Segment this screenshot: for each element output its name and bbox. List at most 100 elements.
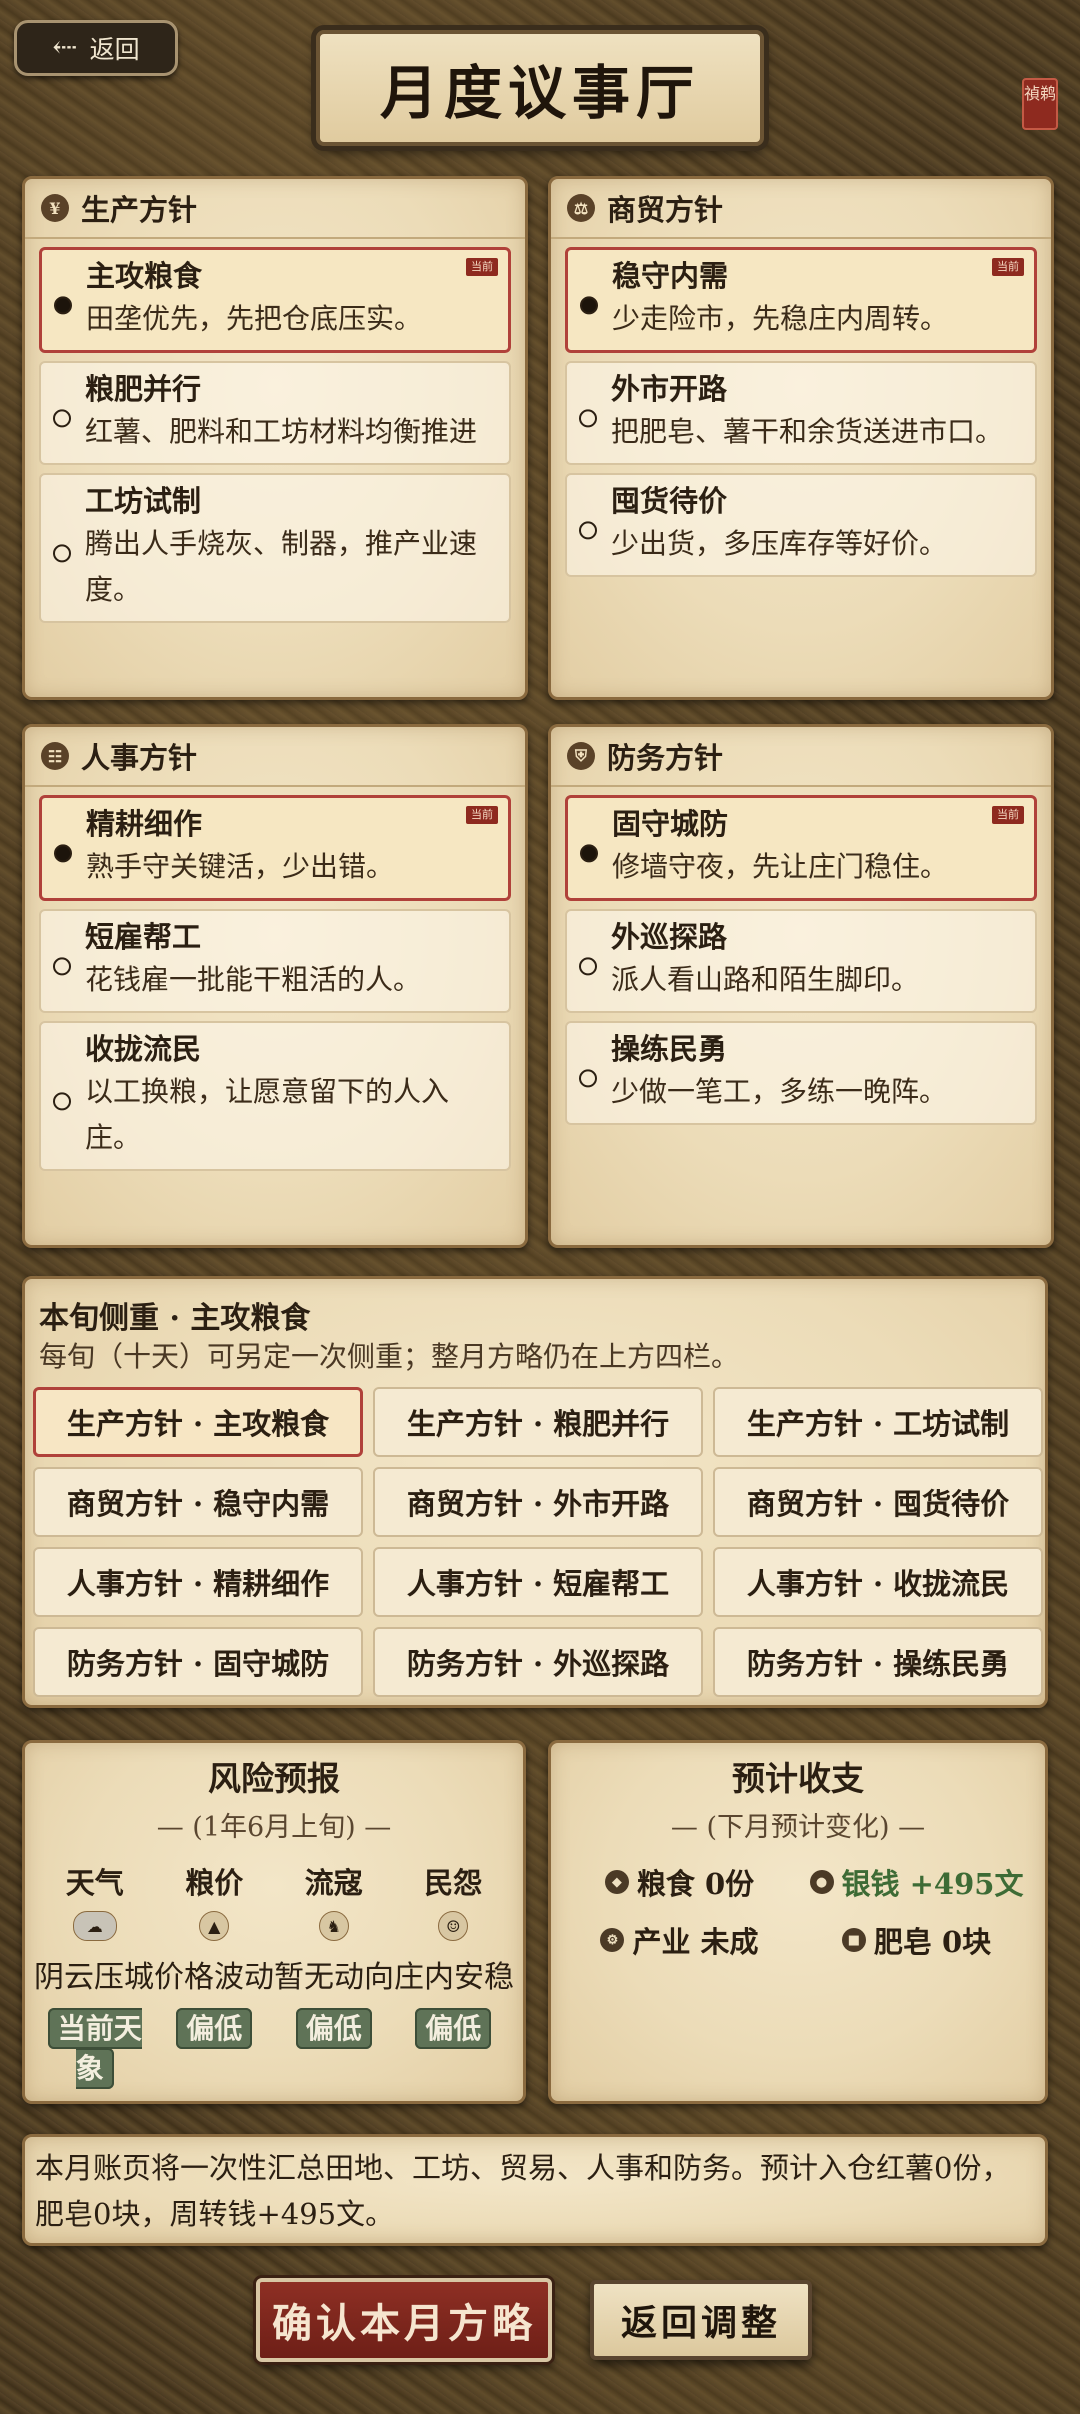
budget-forecast-panel: 预计收支 — (下月预计变化) — ◆ 粮食 0份 ● 银钱 +495文 ⚙ 产业 未成 ■… <box>548 1740 1048 2104</box>
policy-option[interactable]: 外市开路 把肥皂、薯干和余货送进市口。 <box>565 361 1037 465</box>
risk-label: 粮价 <box>185 1866 244 1900</box>
radio-empty-icon <box>579 957 597 976</box>
radio-empty-icon <box>53 544 71 563</box>
budget-item: ◆ 粮食 0份 <box>561 1857 798 1907</box>
back-button[interactable]: ⇠ 返回 <box>14 20 178 76</box>
focus-option-button[interactable]: 商贸方针 · 稳守内需 <box>33 1467 363 1537</box>
back-label: 返回 <box>89 35 140 64</box>
option-desc: 花钱雇一批能干粗活的人。 <box>85 963 422 996</box>
policy-option[interactable]: 当前 稳守内需少走险市，先稳庄内周转。 <box>565 247 1037 353</box>
policy-option[interactable]: 收拢流民以工换粮，让愿意留下的人入庄。 <box>39 1021 511 1171</box>
option-desc: 少做一笔工，多练一晚阵。 <box>611 1075 948 1108</box>
risk-categories: 天气 ☁ 粮价 ▲ 流寇 ♞ 民怨 ☺ <box>35 1861 513 1953</box>
policy-option[interactable]: 短雇帮工花钱雇一批能干粗活的人。 <box>39 909 511 1013</box>
bandit-icon: ♞ <box>318 1911 349 1941</box>
focus-section: 本旬侧重 · 主攻粮食 每旬（十天）可另定一次侧重；整月方略仍在上方四栏。 生产… <box>22 1276 1048 1708</box>
panel-title: 防务方针 <box>607 741 724 775</box>
option-name: 囤货待价 <box>611 484 728 518</box>
policy-option[interactable]: 当前 主攻粮食 田垄优先，先把仓底压实。 <box>39 247 511 353</box>
option-name: 外市开路 <box>611 372 728 406</box>
panel-header: ¥ 生产方针 <box>25 179 525 239</box>
budget-text: 产业 未成 <box>632 1925 759 1959</box>
coin-icon: ● <box>809 1870 834 1894</box>
policy-option[interactable]: 外巡探路派人看山路和陌生脚印。 <box>565 909 1037 1013</box>
option-desc: 少走险市，先稳庄内周转。 <box>612 302 949 335</box>
focus-subtitle: 每旬（十天）可另定一次侧重；整月方略仍在上方四栏。 <box>39 1340 740 1373</box>
risk-level-badge: 偏低 <box>295 2008 372 2049</box>
panel-title: 人事方针 <box>81 741 198 775</box>
policy-option[interactable]: 囤货待价少出货，多压库存等好价。 <box>565 473 1037 577</box>
risk-category: 流寇 ♞ <box>274 1861 394 1953</box>
budget-title: 预计收支 <box>732 1759 864 1798</box>
confirm-plan-button[interactable]: 确认本月方略 <box>256 2278 552 2362</box>
focus-option-button[interactable]: 商贸方针 · 囤货待价 <box>713 1467 1043 1537</box>
panel-header: ⚖ 商贸方针 <box>551 179 1051 239</box>
option-desc: 修墙守夜，先让庄门稳住。 <box>612 850 949 883</box>
page-title: 月度议事厅 <box>316 30 764 146</box>
option-desc: 少出货，多压库存等好价。 <box>611 527 948 560</box>
focus-title: 本旬侧重 · 主攻粮食 <box>39 1301 311 1336</box>
risk-forecast-panel: 风险预报 — (1年6月上旬) — 天气 ☁ 粮价 ▲ 流寇 ♞ 民怨 ☺ 阴云压城 价格波动暂… <box>22 1740 526 2104</box>
panel-personnel: ☷ 人事方针 当前 精耕细作 熟手守关键活，少出错。 短雇帮工 花钱雇一批能干粗活的人。 收拢… <box>22 724 528 1248</box>
face-icon: ☺ <box>438 1911 469 1941</box>
panel-defense: ⛨ 防务方针 当前 固守城防 修墙守夜，先让庄门稳住。 外巡探路 派人看山路和陌生脚印。 操练… <box>548 724 1054 1248</box>
risk-level-badge: 偏低 <box>176 2008 253 2049</box>
current-tag: 当前 <box>992 258 1024 276</box>
focus-option-button[interactable]: 人事方针 · 收拢流民 <box>713 1547 1043 1617</box>
policy-option[interactable]: 粮肥并行 红薯、肥料和工坊材料均衡推进 <box>39 361 511 465</box>
scale-icon: ⚖ <box>567 194 595 222</box>
risk-title: 风险预报 <box>208 1759 340 1798</box>
risk-level-badge: 当前天象 <box>47 2008 142 2089</box>
panel-title: 生产方针 <box>81 193 198 227</box>
focus-option-button[interactable]: 生产方针 · 主攻粮食 <box>33 1387 363 1457</box>
risk-status-text: 价格波动 <box>154 1960 274 1995</box>
policy-option[interactable]: 工坊试制 腾出人手烧灰、制器，推产业速度。 <box>39 473 511 623</box>
option-name: 固守城防 <box>612 807 729 841</box>
risk-category: 天气 ☁ <box>35 1861 155 1953</box>
cloud-icon: ☁ <box>72 1911 117 1941</box>
option-name: 粮肥并行 <box>85 372 202 406</box>
option-desc: 熟手守关键活，少出错。 <box>86 850 395 883</box>
panel-header: ⛨ 防务方针 <box>551 727 1051 787</box>
return-adjust-button[interactable]: 返回调整 <box>590 2280 812 2360</box>
policy-option[interactable]: 当前 精耕细作 熟手守关键活，少出错。 <box>39 795 511 901</box>
option-desc: 以工换粮，让愿意留下的人入庄。 <box>85 1075 450 1154</box>
radio-selected-icon <box>580 844 598 863</box>
radio-selected-icon <box>580 296 598 315</box>
budget-item: ● 银钱 +495文 <box>798 1857 1035 1907</box>
policy-option[interactable]: 操练民勇少做一笔工，多练一晚阵。 <box>565 1021 1037 1125</box>
radio-selected-icon <box>54 296 72 315</box>
option-name: 收拢流民 <box>85 1032 202 1066</box>
focus-option-button[interactable]: 防务方针 · 外巡探路 <box>373 1627 703 1697</box>
focus-option-button[interactable]: 商贸方针 · 外市开路 <box>373 1467 703 1537</box>
radio-empty-icon <box>579 1069 597 1088</box>
option-name: 操练民勇 <box>611 1032 728 1066</box>
radio-empty-icon <box>53 409 71 428</box>
arrow-left-icon: ⇠ <box>52 30 78 65</box>
focus-option-button[interactable]: 人事方针 · 短雇帮工 <box>373 1547 703 1617</box>
risk-category: 粮价 ▲ <box>155 1861 275 1953</box>
focus-option-button[interactable]: 防务方针 · 固守城防 <box>33 1627 363 1697</box>
soap-icon: ■ <box>841 1928 866 1952</box>
risk-category: 民怨 ☺ <box>394 1861 514 1953</box>
budget-item: ■ 肥皂 0块 <box>798 1915 1035 1965</box>
focus-option-button[interactable]: 人事方针 · 精耕细作 <box>33 1547 363 1617</box>
panel-title: 商贸方针 <box>607 193 724 227</box>
option-name: 短雇帮工 <box>85 920 202 954</box>
focus-option-button[interactable]: 防务方针 · 操练民勇 <box>713 1627 1043 1697</box>
panel-header: ☷ 人事方针 <box>25 727 525 787</box>
wheat-icon: ¥ <box>41 194 69 222</box>
option-desc: 派人看山路和陌生脚印。 <box>611 963 920 996</box>
policy-option[interactable]: 当前 固守城防修墙守夜，先让庄门稳住。 <box>565 795 1037 901</box>
risk-status-text: 阴云压城 <box>34 1960 154 1995</box>
panel-production: ¥ 生产方针当前 主攻粮食 田垄优先，先把仓底压实。 粮肥并行 红薯、肥料和工坊材料均衡推… <box>22 176 528 700</box>
focus-option-button[interactable]: 生产方针 · 工坊试制 <box>713 1387 1043 1457</box>
option-name: 精耕细作 <box>86 807 203 841</box>
option-name: 外巡探路 <box>611 920 728 954</box>
risk-status-text: 庄内安稳 <box>394 1960 514 1995</box>
risk-level-badge: 偏低 <box>415 2008 492 2049</box>
option-name: 稳守内需 <box>612 259 729 293</box>
focus-option-button[interactable]: 生产方针 · 粮肥并行 <box>373 1387 703 1457</box>
risk-label: 流寇 <box>304 1866 363 1900</box>
current-tag: 当前 <box>992 806 1024 824</box>
